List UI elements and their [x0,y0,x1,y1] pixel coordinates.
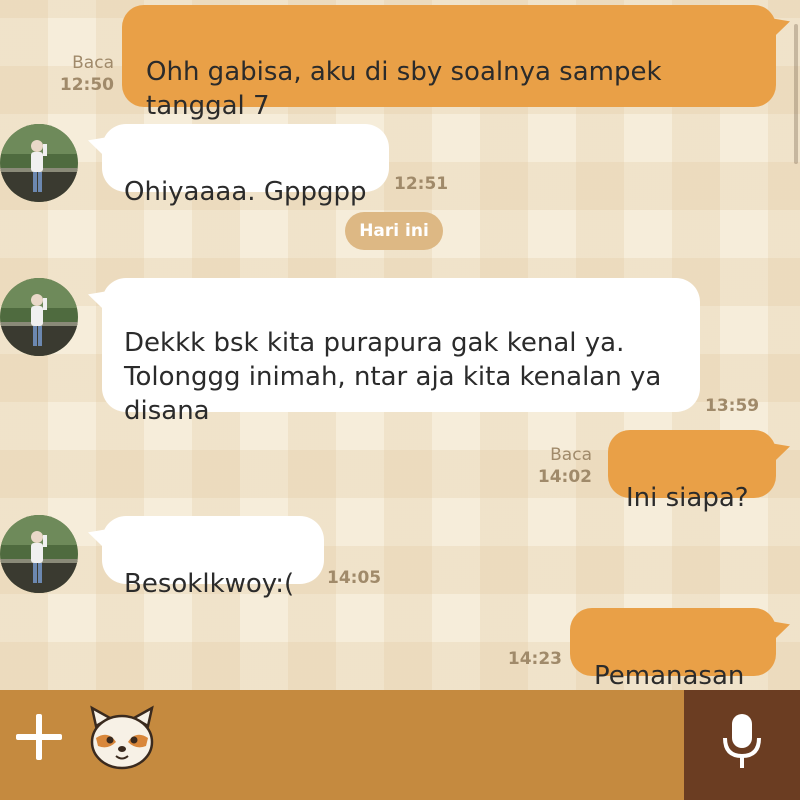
scrollbar[interactable] [794,24,798,164]
message-text: Pemanasan [594,661,745,690]
read-receipt: Baca [550,445,592,465]
bubble-tail [88,136,114,158]
microphone-icon [722,712,762,770]
message-text: Besoklkwoy:( [124,569,295,599]
message-time: 14:23 [507,649,562,669]
message-bubble-outgoing[interactable]: Pemanasan [570,608,790,690]
bubble-tail [764,620,790,642]
chat-area[interactable]: Baca 12:50 Ohh gabisa, aku di sby soalny… [0,0,800,690]
message-time: 14:02 [537,467,592,487]
bubble-tail [88,290,114,312]
input-bar [0,690,800,800]
message-text: Dekkk bsk kita purapura gak kenal ya. To… [124,328,662,426]
message-time: 12:51 [394,174,449,194]
message-text: Ohiyaaaa. Gppgpp [124,177,367,207]
read-receipt: Baca [72,53,114,73]
bubble-tail [764,17,790,39]
date-separator: Hari ini [345,212,443,250]
message-time: 13:59 [705,396,760,416]
message-bubble-outgoing[interactable]: Ohh gabisa, aku di sby soalnya sampek ta… [122,5,790,121]
bubble-tail [88,528,114,550]
message-time: 14:05 [327,568,382,588]
contact-avatar[interactable] [0,278,78,356]
message-bubble-incoming[interactable]: Dekkk bsk kita purapura gak kenal ya. To… [88,278,700,426]
message-bubble-incoming[interactable]: Ohiyaaaa. Gppgpp [88,124,389,207]
message-text: Ohh gabisa, aku di sby soalnya sampek ta… [146,57,662,121]
bubble-tail [764,442,790,464]
message-bubble-outgoing[interactable]: Ini siapa? [608,430,790,513]
contact-avatar[interactable] [0,515,78,593]
plus-icon[interactable] [14,712,64,762]
message-meta: Baca 12:50 [56,52,114,96]
message-meta: Baca 14:02 [534,444,592,488]
message-bubble-incoming[interactable]: Besoklkwoy:( [88,516,324,599]
raccoon-sticker-icon[interactable] [86,704,158,772]
voice-message-button[interactable] [684,690,800,800]
contact-avatar[interactable] [0,124,78,202]
message-text: Ini siapa? [626,483,749,513]
message-time: 12:50 [59,75,114,95]
